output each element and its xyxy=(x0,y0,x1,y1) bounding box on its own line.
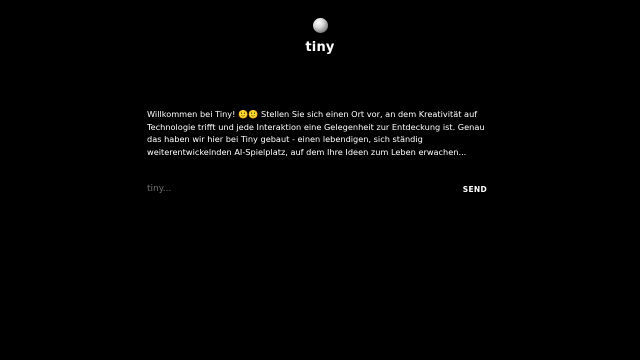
send-button[interactable]: SEND xyxy=(463,185,487,194)
welcome-message: Willkommen bei Tiny! 🙂🙂 Stellen Sie sich… xyxy=(147,109,485,157)
app-title: tiny xyxy=(305,40,335,55)
brand-header: tiny xyxy=(0,18,640,55)
chat-input-row: SEND xyxy=(147,180,487,198)
chat-page: tiny Willkommen bei Tiny! 🙂🙂 Stellen Sie… xyxy=(0,0,640,360)
moon-sphere-icon xyxy=(312,18,328,33)
chat-input[interactable] xyxy=(147,184,463,194)
